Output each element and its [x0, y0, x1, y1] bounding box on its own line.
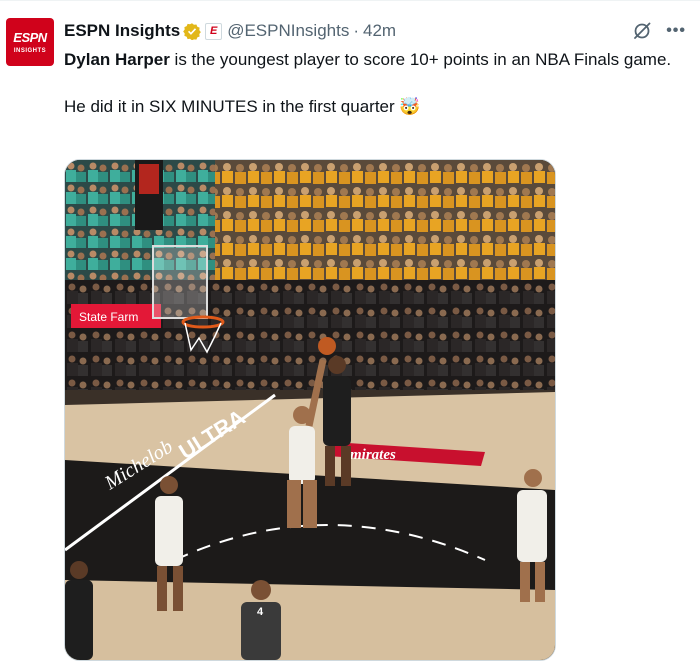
tweet-line-2-text: He did it in SIX MINUTES in the first qu…	[64, 97, 395, 116]
avatar[interactable]: ESPN INSIGHTS	[6, 18, 54, 66]
mention-player-name: Dylan Harper	[64, 50, 170, 69]
tweet[interactable]: ESPN INSIGHTS ESPN Insights E @ESPNInsig…	[0, 0, 700, 661]
tweet-header: ESPN Insights E @ESPNInsights · 42m	[64, 19, 396, 43]
affiliate-badge[interactable]: E	[205, 22, 223, 40]
state-farm-banner: State Farm	[71, 304, 161, 328]
avatar-sub-text: INSIGHTS	[13, 47, 47, 54]
tweet-line-2: He did it in SIX MINUTES in the first qu…	[64, 95, 684, 118]
referee-number: 4	[257, 606, 264, 618]
shot-clock-display	[139, 164, 159, 194]
timestamp[interactable]: 42m	[363, 21, 396, 41]
crowd-courtside	[65, 280, 555, 390]
tweet-text: Dylan Harper is the youngest player to s…	[64, 48, 684, 118]
crowd-yellow	[215, 160, 555, 300]
more-icon[interactable]: •••	[666, 23, 686, 39]
tweet-line-1: Dylan Harper is the youngest player to s…	[64, 48, 684, 71]
separator-dot: ·	[353, 21, 359, 40]
basketball	[318, 337, 336, 355]
state-farm-banner-text: State Farm	[79, 310, 138, 324]
court-floor-front	[65, 580, 555, 660]
verified-badge-icon[interactable]	[183, 22, 202, 41]
grok-icon[interactable]	[632, 21, 652, 41]
author-name[interactable]: ESPN Insights	[64, 21, 180, 41]
avatar-logo-text: ESPN	[13, 29, 47, 45]
affiliate-badge-text: E	[210, 24, 218, 37]
exploding-head-emoji: 🤯	[399, 97, 421, 116]
emirates-board-text: mirates	[350, 447, 396, 463]
tweet-actions: •••	[632, 21, 686, 41]
author-handle[interactable]: @ESPNInsights	[227, 21, 349, 41]
tweet-line-1-rest: is the youngest player to score 10+ poin…	[169, 50, 672, 69]
video-media[interactable]: mirates ULTRA Michelob State Farm 4	[64, 159, 556, 661]
